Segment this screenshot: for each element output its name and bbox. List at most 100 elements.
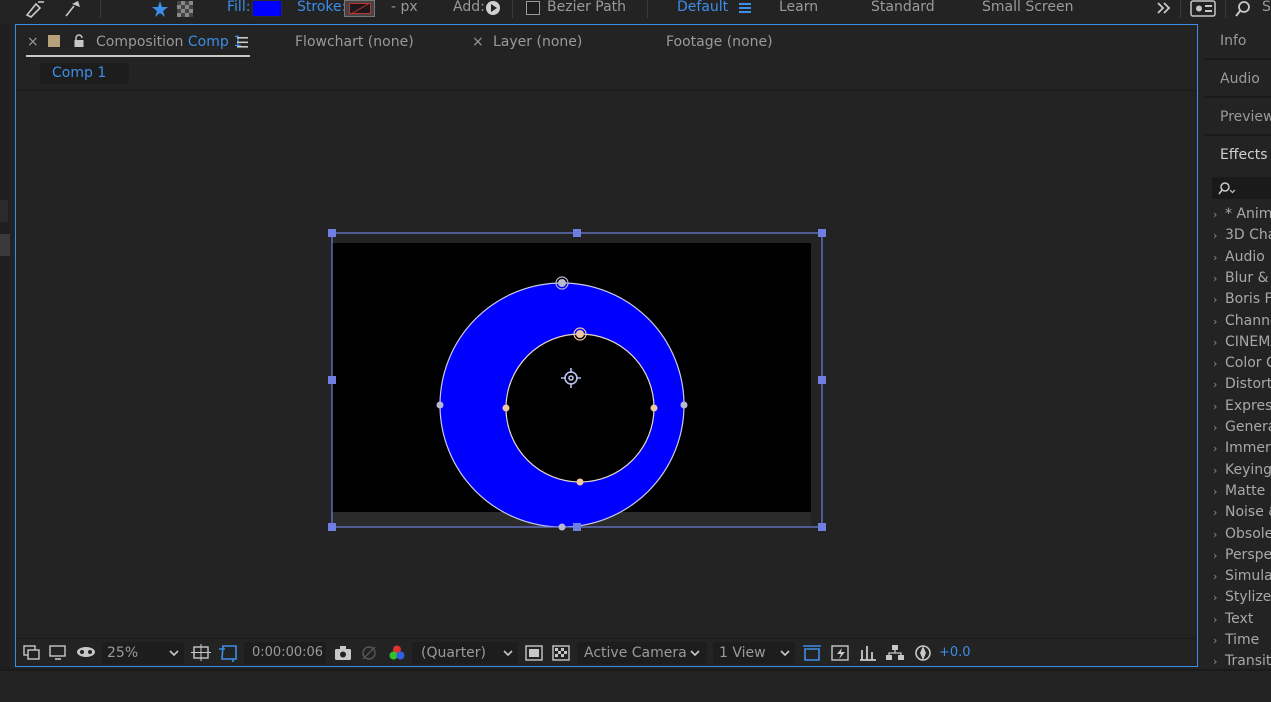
stroke-width-value[interactable]: - px [391,0,418,15]
effect-category-label: Immers [1225,440,1271,457]
effect-category-label: Matte [1225,482,1266,499]
checker-icon[interactable] [176,0,194,18]
effect-category-label: Obsolet [1225,525,1271,542]
effect-category-label: CINEMA [1225,333,1271,350]
show-snapshot-icon[interactable] [360,645,378,661]
close-icon[interactable]: × [472,34,484,50]
effect-category-item[interactable]: › CINEMA [1213,334,1271,350]
search-icon[interactable] [1235,0,1253,17]
panel-effects-presets[interactable]: Effects & [1220,147,1271,163]
monitor-icon[interactable] [49,645,67,661]
pen-icon[interactable] [24,0,48,18]
panel-audio[interactable]: Audio [1220,71,1260,87]
star-shape-icon[interactable] [151,0,169,18]
effect-category-label: Keying [1225,461,1271,478]
chevron-right-icon: › [1213,293,1218,307]
flowchart-icon[interactable] [885,644,905,662]
stroke-label: Stroke: [297,0,347,15]
effect-category-item[interactable]: › Matte [1213,483,1265,499]
bezier-path-label: Bezier Path [547,0,627,15]
fit-icon[interactable] [191,644,211,662]
chevron-right-icon: › [1213,634,1218,647]
color-icon[interactable] [388,644,406,662]
effect-category-item[interactable]: › Blur & S [1213,270,1271,286]
effect-category-item[interactable]: › 3D Cha [1213,227,1271,243]
chevron-right-icon: › [1213,506,1218,520]
puppet-icon[interactable] [62,0,86,18]
effect-category-label: 3D Cha [1225,227,1271,244]
fast-previews-icon[interactable] [831,644,851,662]
tab-layer[interactable]: Layer (none) [493,34,582,50]
effect-category-label: Audio [1225,248,1265,265]
workspace-standard[interactable]: Standard [871,0,935,15]
chevron-double-right-icon[interactable] [1156,1,1172,15]
camera-value: Active Camera [584,645,687,661]
effect-category-label: Perspec [1225,546,1271,563]
comp-color-label[interactable] [48,35,60,47]
effect-category-item[interactable]: › Text [1213,611,1253,627]
chevron-right-icon: › [1213,463,1218,477]
exposure-value[interactable]: +0.0 [939,645,971,660]
left-panel-edge [0,24,10,669]
chevron-right-icon: › [1213,527,1218,541]
camera-icon[interactable] [334,645,352,661]
transparency-icon[interactable] [552,644,570,662]
zoom-value: 25% [107,645,139,661]
workspace-small-screen[interactable]: Small Screen [982,0,1073,15]
effect-category-item[interactable]: › * Anima [1213,206,1271,222]
menu-icon[interactable] [237,37,249,48]
effect-category-item[interactable]: › Simulat [1213,568,1271,584]
stroke-swatch[interactable] [344,0,375,17]
reset-exposure-icon[interactable] [914,644,932,662]
effects-search-input[interactable] [1212,177,1271,199]
effect-category-label: Stylize [1225,589,1271,606]
effect-category-label: Distort [1225,376,1271,393]
chevron-down-icon [690,650,700,657]
workspace-default[interactable]: Default [677,0,728,15]
region-of-interest-icon[interactable] [525,644,543,662]
effect-category-item[interactable]: › Perspec [1213,547,1271,563]
workspace-learn[interactable]: Learn [779,0,818,15]
effect-category-item[interactable]: › Obsolet [1213,526,1271,542]
close-icon[interactable]: × [27,34,39,50]
mask-icon[interactable] [75,645,97,661]
fill-swatch[interactable] [252,0,282,17]
tab-flowchart[interactable]: Flowchart (none) [295,34,414,50]
menu-icon[interactable] [738,2,752,14]
effect-category-label: Transiti [1225,653,1271,669]
effect-category-item[interactable]: › Transiti [1213,653,1271,669]
effect-category-item[interactable]: › Generat [1213,419,1271,435]
effect-category-item[interactable]: › Keying [1213,462,1271,478]
comp-subtab[interactable]: Comp 1 [40,63,129,84]
bezier-checkbox[interactable] [526,1,540,15]
toggle-pixel-aspect-icon[interactable] [802,644,822,662]
panel-preview[interactable]: Preview [1220,109,1271,125]
effect-category-item[interactable]: › Stylize [1213,589,1271,605]
top-toolbar: Fill: Stroke: - px Add: Bezier Path Defa… [0,0,1271,18]
tab-footage[interactable]: Footage (none) [666,34,773,50]
effect-category-item[interactable]: › Color C [1213,355,1271,371]
add-label: Add: [453,0,485,15]
tab-composition[interactable]: Composition Comp 1 [96,34,242,50]
effect-category-item[interactable]: › Noise & [1213,504,1271,520]
region-icon[interactable] [219,644,239,662]
views-value: 1 View [719,645,766,661]
fill-label: Fill: [227,0,251,15]
chevron-right-icon: › [1213,399,1218,413]
always-preview-icon[interactable] [23,645,41,661]
effect-category-item[interactable]: › Time [1213,632,1259,648]
effect-category-item[interactable]: › Express [1213,398,1271,414]
effect-category-item[interactable]: › Distort [1213,376,1271,392]
effect-category-item[interactable]: › Immers [1213,440,1271,456]
timeline-icon[interactable] [858,644,878,662]
gear-icon[interactable] [1190,0,1216,17]
effect-category-item[interactable]: › Channe [1213,313,1271,329]
lock-icon[interactable] [73,34,85,48]
effect-category-item[interactable]: › Boris FX [1213,291,1271,307]
chevron-right-icon: › [1213,335,1218,349]
comp-viewer[interactable] [16,91,1197,637]
effect-category-item[interactable]: › Audio [1213,249,1265,265]
inner-circle-shape[interactable] [505,333,655,483]
play-circle-icon[interactable] [485,0,501,16]
panel-info[interactable]: Info [1220,33,1247,49]
